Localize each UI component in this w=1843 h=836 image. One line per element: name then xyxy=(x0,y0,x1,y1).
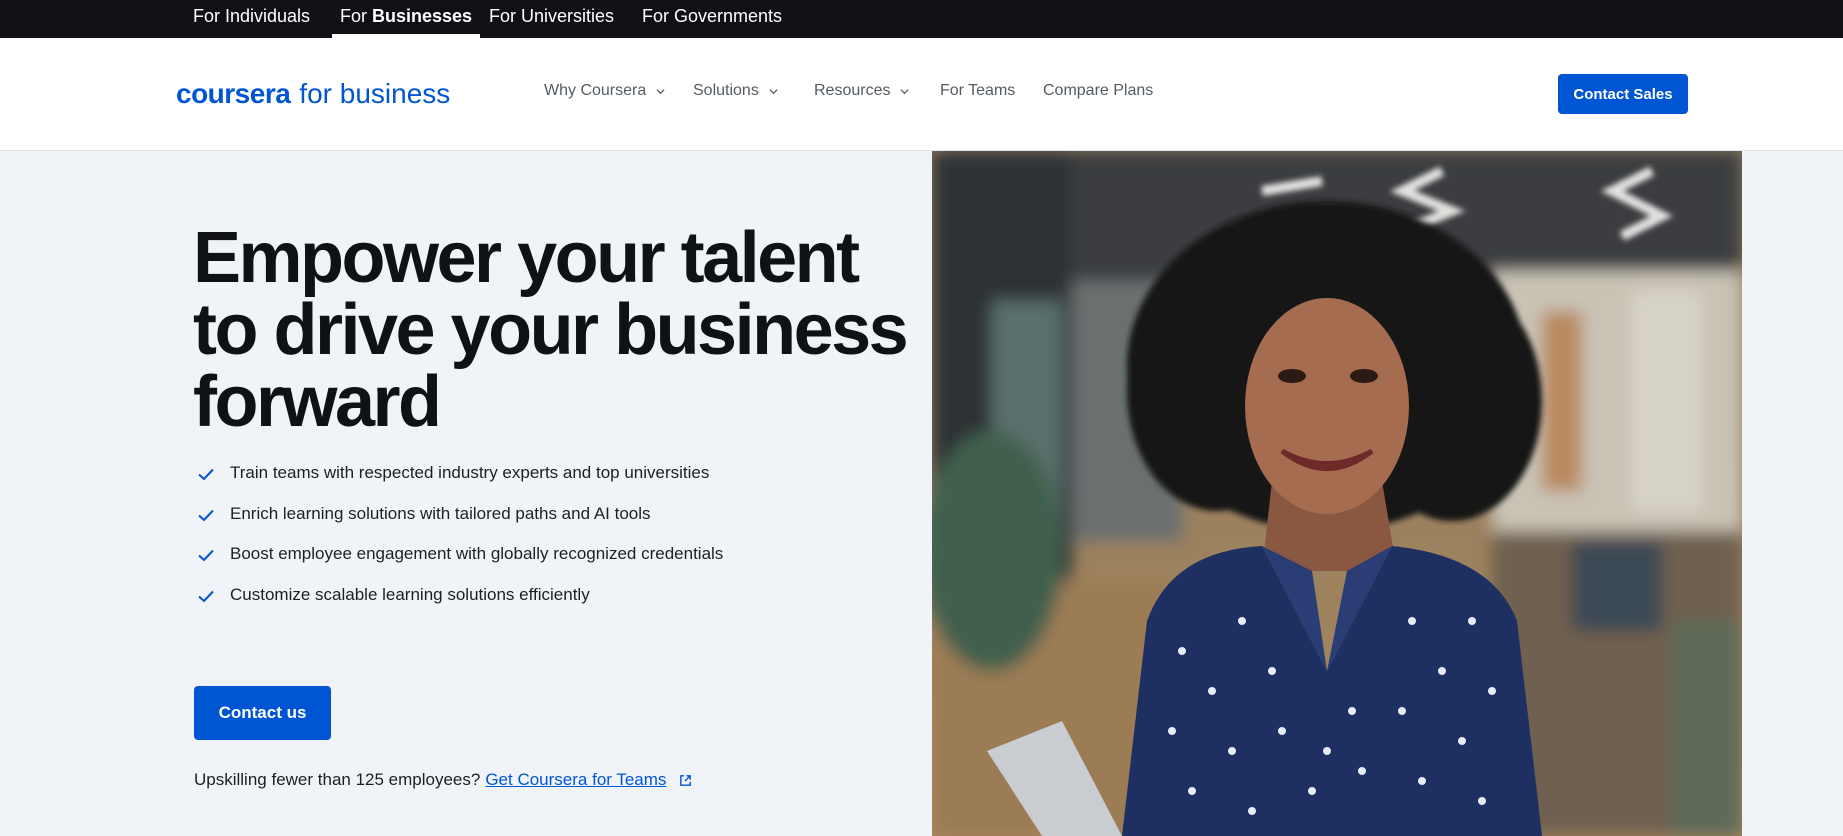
nav-compare-plans[interactable]: Compare Plans xyxy=(1043,82,1153,100)
check-icon xyxy=(198,590,214,602)
hero-photo xyxy=(932,151,1742,836)
nav-why-coursera-label: Why Coursera xyxy=(544,82,647,99)
hero-title-line-2: to drive your business xyxy=(193,290,909,370)
feature-item: Enrich learning solutions with tailored … xyxy=(196,504,723,545)
nav-for-teams-label: For Teams xyxy=(940,82,1016,99)
nav-compare-plans-label: Compare Plans xyxy=(1043,82,1154,99)
contact-sales-button[interactable]: Contact Sales xyxy=(1558,74,1688,114)
smiling-professional-photo xyxy=(932,151,1742,836)
coursera-for-teams-link[interactable]: Get Coursera for Teams xyxy=(485,770,666,790)
audience-bar: For Individuals For Businesses For Unive… xyxy=(0,0,1843,38)
feature-item: Boost employee engagement with globally … xyxy=(196,544,723,585)
feature-text: Boost employee engagement with globally … xyxy=(230,544,724,563)
check-icon xyxy=(198,468,214,481)
hero-title-line-1: Empower your talent xyxy=(193,218,860,298)
nav-resources-label: Resources xyxy=(814,82,891,99)
nav-for-teams[interactable]: For Teams xyxy=(940,82,1015,100)
feature-text: Enrich learning solutions with tailored … xyxy=(230,503,651,523)
audience-businesses-link[interactable]: For Businesses xyxy=(332,0,481,38)
audience-universities-link[interactable]: For Universities xyxy=(481,0,622,38)
hero-title-line-3: forward xyxy=(193,362,442,442)
feature-text: Customize scalable learning solutions ef… xyxy=(230,584,590,604)
check-icon xyxy=(198,509,214,521)
chevron-down-icon xyxy=(656,88,665,94)
nav-solutions-label: Solutions xyxy=(693,82,759,99)
audience-businesses-label: Businesses xyxy=(372,6,473,26)
audience-governments-link[interactable]: For Governments xyxy=(634,0,790,38)
logo-subtitle: for business xyxy=(299,78,451,109)
nav-why-coursera[interactable]: Why Coursera xyxy=(544,82,665,100)
chevron-down-icon xyxy=(769,88,778,94)
feature-text: Train teams with respected industry expe… xyxy=(230,463,710,482)
chevron-down-icon xyxy=(900,88,910,94)
contact-us-button[interactable]: Contact us xyxy=(194,686,331,740)
teams-upsell: Upskilling fewer than 125 employees? Get… xyxy=(194,770,693,790)
external-link-icon xyxy=(680,774,692,786)
logo-brand: coursera xyxy=(176,78,291,109)
teams-prompt: Upskilling fewer than 125 employees? xyxy=(194,770,481,789)
feature-item: Train teams with respected industry expe… xyxy=(196,463,723,504)
check-icon xyxy=(198,549,214,562)
audience-businesses-prefix: For xyxy=(340,6,367,26)
site-header: coursera for business Why Coursera Solut… xyxy=(0,38,1843,151)
feature-item: Customize scalable learning solutions ef… xyxy=(196,585,723,626)
feature-list: Train teams with respected industry expe… xyxy=(196,463,723,625)
hero-title: Empower your talent to drive your busine… xyxy=(193,218,909,442)
nav-resources[interactable]: Resources xyxy=(814,82,910,100)
audience-individuals-link[interactable]: For Individuals xyxy=(185,0,318,38)
coursera-for-business-logo[interactable]: coursera for business xyxy=(176,78,450,110)
nav-solutions[interactable]: Solutions xyxy=(693,82,778,100)
